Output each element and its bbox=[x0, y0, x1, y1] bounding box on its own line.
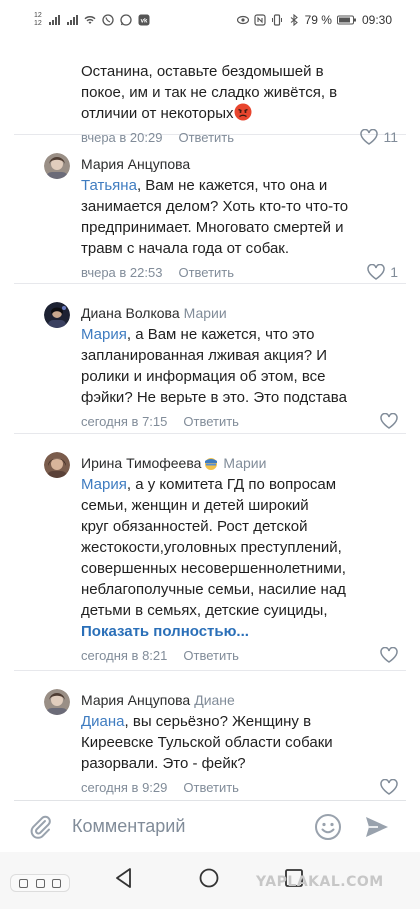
angry-face-emoji bbox=[234, 103, 252, 121]
author-name[interactable]: Ирина Тимофеева bbox=[81, 455, 201, 471]
comment-input[interactable] bbox=[72, 816, 314, 837]
back-icon[interactable] bbox=[112, 866, 136, 890]
like-count: 1 bbox=[390, 264, 398, 280]
comment-body: Мария Анцупова Татьяна, Вам не кажется, … bbox=[81, 155, 398, 282]
reply-to[interactable]: Диане bbox=[194, 692, 235, 708]
like-button[interactable] bbox=[380, 779, 398, 795]
comment-text: Диана, вы серьёзно? Женщину в Киреевске … bbox=[81, 713, 333, 772]
paperclip-icon[interactable] bbox=[28, 814, 54, 840]
author-name[interactable]: Мария Анцупова bbox=[81, 692, 190, 708]
comment-meta: сегодня в 9:29 Ответить bbox=[81, 777, 398, 797]
bluetooth-icon bbox=[290, 14, 298, 26]
avatar[interactable] bbox=[44, 689, 70, 715]
sim-indicator: 12 12 bbox=[34, 12, 42, 27]
avatar[interactable] bbox=[44, 302, 70, 328]
signal2-icon bbox=[66, 15, 78, 25]
whatsapp-icon bbox=[120, 14, 132, 26]
author-name[interactable]: Мария Анцупова bbox=[81, 156, 190, 172]
signal-icon bbox=[48, 15, 60, 25]
author-line: Диана Волкова Марии bbox=[81, 304, 398, 322]
comment-item: Диана Волкова Марии Мария, а Вам не кажет… bbox=[14, 284, 406, 434]
author-line: Ирина Тимофеева Марии bbox=[81, 454, 398, 472]
vk-icon: vk bbox=[138, 14, 150, 26]
home-icon[interactable] bbox=[197, 866, 221, 890]
comment-text: Мария, а Вам не кажется, что это заплани… bbox=[81, 326, 347, 406]
watermark: YAPLAKAL.COM bbox=[256, 874, 384, 890]
comment-composer bbox=[14, 800, 406, 852]
comment-body: Останина, оставьте бездомышей в покое, и… bbox=[81, 40, 398, 147]
svg-text:vk: vk bbox=[140, 19, 147, 25]
reply-button[interactable]: Ответить bbox=[183, 780, 239, 795]
avatar[interactable] bbox=[44, 452, 70, 478]
author-line: Мария Анцупова Диане bbox=[81, 691, 398, 709]
like-button[interactable] bbox=[380, 413, 398, 429]
heart-icon bbox=[367, 264, 385, 280]
reply-button[interactable]: Ответить bbox=[183, 648, 239, 663]
mention-link[interactable]: Диана bbox=[81, 713, 125, 730]
emoji-picker-icon[interactable] bbox=[314, 813, 342, 841]
heart-icon bbox=[380, 647, 398, 663]
mention-link[interactable]: Мария bbox=[81, 476, 127, 493]
camera-icon[interactable] bbox=[35, 878, 45, 888]
show-more-link[interactable]: Показать полностью... bbox=[81, 622, 398, 642]
reply-button[interactable]: Ответить bbox=[183, 414, 239, 429]
comment-date: сегодня в 8:21 bbox=[81, 647, 168, 663]
comment-item: Останина, оставьте бездомышей в покое, и… bbox=[14, 40, 406, 145]
avatar[interactable] bbox=[44, 153, 70, 179]
eye-icon bbox=[236, 15, 249, 25]
comment-feed: Останина, оставьте бездомышей в покое, и… bbox=[14, 40, 406, 800]
wifi-icon bbox=[84, 16, 96, 24]
comment-body: Ирина Тимофеева Марии Мария, а у комитета… bbox=[81, 454, 398, 665]
heart-icon bbox=[380, 779, 398, 795]
comment-item: Мария Анцупова Татьяна, Вам не кажется, … bbox=[14, 135, 406, 284]
reply-to[interactable]: Марии bbox=[184, 305, 227, 321]
comment-body: Мария Анцупова Диане Диана, вы серьёзно? … bbox=[81, 691, 398, 797]
like-button[interactable]: 1 bbox=[367, 264, 398, 280]
comment-date: вчера в 22:53 bbox=[81, 264, 163, 280]
status-bar: 12 12 vk 79 % 09:30 bbox=[0, 0, 420, 40]
like-button[interactable] bbox=[380, 647, 398, 663]
comment-body: Диана Волкова Марии Мария, а Вам не кажет… bbox=[81, 304, 398, 431]
send-icon[interactable] bbox=[364, 814, 390, 840]
comment-meta: вчера в 22:53 Ответить 1 bbox=[81, 262, 398, 282]
reply-button[interactable]: Ответить bbox=[178, 265, 234, 280]
comment-text: Татьяна, Вам не кажется, что она и заним… bbox=[81, 177, 349, 257]
comment-meta: сегодня в 7:15 Ответить bbox=[81, 411, 398, 431]
clock: 09:30 bbox=[361, 13, 392, 27]
record-icon[interactable] bbox=[52, 878, 62, 888]
battery-icon bbox=[336, 15, 356, 25]
comment-text: Мария, а у комитета ГД по вопросам семьи… bbox=[81, 476, 346, 619]
comment-item: Мария Анцупова Диане Диана, вы серьёзно? … bbox=[14, 671, 406, 800]
viber-icon bbox=[102, 14, 114, 26]
comment-date: сегодня в 9:29 bbox=[81, 779, 168, 795]
battery-percent: 79 % bbox=[304, 13, 332, 27]
floating-toolbar[interactable] bbox=[10, 874, 70, 892]
mention-link[interactable]: Татьяна bbox=[81, 177, 137, 194]
author-line: Мария Анцупова bbox=[81, 155, 398, 173]
nfc-icon bbox=[254, 14, 266, 26]
mention-link[interactable]: Мария bbox=[81, 326, 127, 343]
screenshot-icon[interactable] bbox=[18, 878, 28, 888]
comment-item: Ирина Тимофеева Марии Мария, а у комитета… bbox=[14, 434, 406, 671]
system-nav-bar: YAPLAKAL.COM bbox=[0, 852, 420, 909]
comment-text: Останина, оставьте бездомышей в покое, и… bbox=[81, 63, 338, 122]
author-name[interactable]: Диана Волкова bbox=[81, 305, 180, 321]
reply-to[interactable]: Марии bbox=[223, 455, 266, 471]
comment-meta: сегодня в 8:21 Ответить bbox=[81, 645, 398, 665]
vibrate-icon bbox=[271, 14, 282, 26]
heart-icon bbox=[380, 413, 398, 429]
comment-date: сегодня в 7:15 bbox=[81, 413, 168, 429]
emoji-badge-icon bbox=[205, 458, 218, 470]
